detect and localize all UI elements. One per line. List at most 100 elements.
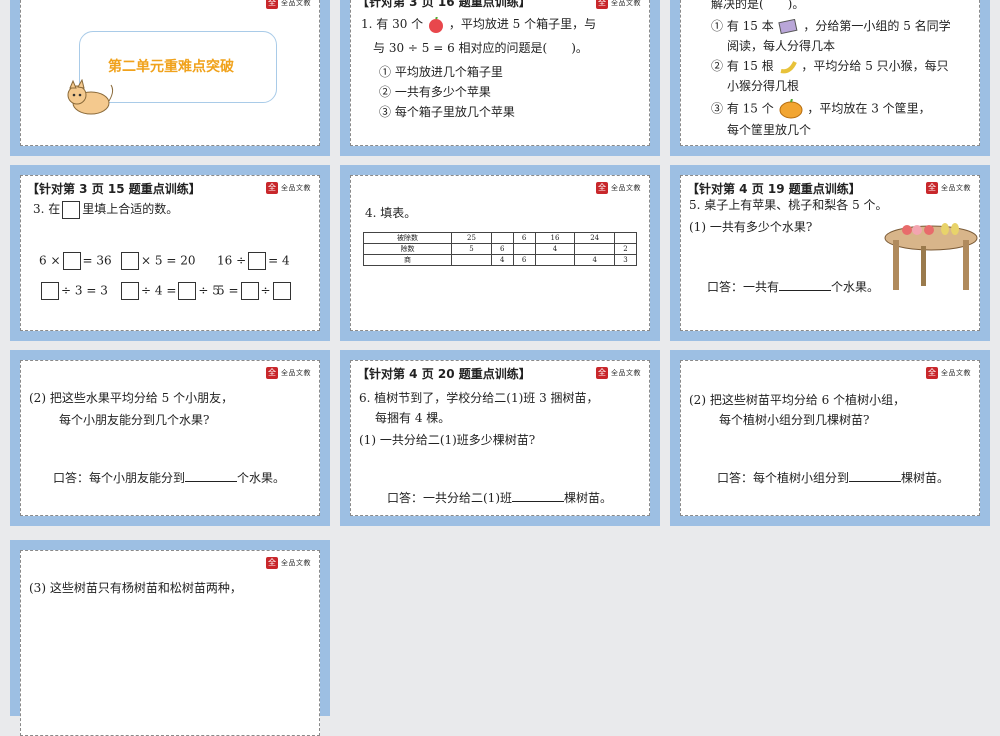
table-cell[interactable] — [490, 232, 514, 244]
option-3: ③ 有 15 个 ，平均放在 3 个筐里， — [711, 98, 931, 119]
brand-logo: 全全品文教 — [266, 557, 311, 569]
question-line: 每个小朋友能分到几个水果? — [59, 413, 210, 427]
answer-box[interactable] — [240, 282, 259, 300]
sub-question: (1) 一共有多少个水果? — [689, 220, 813, 234]
table-cell: 6 — [512, 232, 536, 244]
answer-box[interactable] — [41, 282, 59, 300]
table-cell: 商 — [362, 254, 453, 266]
option-1-cont: 阅读，每人分得几本 — [727, 39, 836, 53]
answer-box[interactable] — [121, 252, 139, 270]
slide-thumbnail-4[interactable]: 【针对第 3 页 15 题重点训练】 3. 在里填上合适的数。 6 × = 36 … — [10, 165, 330, 341]
table-cell: 4 — [534, 243, 576, 255]
slide-header: 【针对第 3 页 15 题重点训练】 — [27, 182, 201, 196]
brand-logo: 全全品文教 — [266, 0, 311, 9]
slide-thumbnail-1[interactable]: 第二单元重难点突破 全全品文教 — [10, 0, 330, 156]
slide-thumbnail-9[interactable]: (2) 把这些树苗平均分给 6 个植树小组， 每个植树小组分到几棵树苗? 口答：… — [670, 350, 990, 526]
apple-icon — [429, 16, 443, 33]
slide-content: 4. 填表。 被除数 25 6 16 24 除数 5 6 4 2 商4643 全全品文教 — [350, 175, 650, 331]
slide-content: (3) 这些树苗只有杨树苗和松树苗两种， 全全品文教 — [20, 550, 320, 736]
question-line: 4. 填表。 — [365, 206, 417, 220]
slide-header: 【针对第 3 页 16 题重点训练】 — [357, 0, 531, 9]
table-cell[interactable] — [574, 243, 616, 255]
question-line: (2) 把这些树苗平均分给 6 个植树小组， — [689, 393, 906, 407]
question-line: 6. 植树节到了，学校分给二(1)班 3 捆树苗， — [359, 391, 599, 405]
question-line: 每捆有 4 棵。 — [375, 411, 451, 425]
slide-content: 第二单元重难点突破 全全品文教 — [20, 0, 320, 146]
sub-question: (1) 一共分给二(1)班多少棵树苗? — [359, 433, 536, 447]
answer-box — [62, 200, 81, 219]
answer-blank[interactable] — [185, 471, 238, 482]
answer-line: 口答：每个小朋友能分到 个水果。 — [53, 471, 286, 485]
answer-blank[interactable] — [779, 280, 832, 291]
slide-content: (2) 把这些水果平均分给 5 个小朋友， 每个小朋友能分到几个水果? 口答：每… — [20, 360, 320, 516]
slide-content: 【针对第 4 页 20 题重点训练】 6. 植树节到了，学校分给二(1)班 3 … — [350, 360, 650, 516]
slide-header: 【针对第 4 页 20 题重点训练】 — [357, 367, 531, 381]
question-line: 3. 在里填上合适的数。 — [33, 200, 178, 219]
brand-logo: 全全品文教 — [266, 182, 311, 194]
slide-thumbnail-10[interactable]: (3) 这些树苗只有杨树苗和松树苗两种， 全全品文教 — [10, 540, 330, 736]
answer-box[interactable] — [248, 252, 267, 270]
brand-logo: 全全品文教 — [596, 182, 641, 194]
table-row: 除数 5 6 4 2 — [362, 243, 637, 255]
table-cell: 6 — [490, 243, 514, 255]
slide-thumbnail-2[interactable]: 【针对第 3 页 16 题重点训练】 1. 有 30 个 ，平均放进 5 个箱子… — [340, 0, 660, 156]
option-3-cont: 每个筐里放几个 — [727, 123, 812, 137]
table-fruit-illustration — [884, 223, 978, 290]
answer-line: 口答：每个植树小组分到 棵树苗。 — [717, 471, 950, 485]
question-line: 每个植树小组分到几棵树苗? — [719, 413, 870, 427]
slide-content: 【针对第 4 页 19 题重点训练】 5. 桌子上有苹果、桃子和梨各 5 个。 … — [680, 175, 980, 331]
slide-thumbnail-3[interactable]: 解决的是( )。 ① 有 15 本 ，分给第一小组的 5 名同学 阅读，每人分得… — [670, 0, 990, 156]
table-cell: 4 — [490, 254, 514, 266]
slide-header: 【针对第 4 页 19 题重点训练】 — [687, 182, 861, 196]
answer-blank[interactable] — [512, 491, 564, 502]
option-1: ① 有 15 本 ，分给第一小组的 5 名同学 — [711, 18, 951, 34]
brand-logo: 全全品文教 — [596, 0, 641, 9]
slide-content: 解决的是( )。 ① 有 15 本 ，分给第一小组的 5 名同学 阅读，每人分得… — [680, 0, 980, 146]
equation: 6 × = 36 — [39, 252, 112, 270]
option-3: ③ 每个箱子里放几个苹果 — [379, 105, 515, 119]
unit-title: 第二单元重难点突破 — [108, 59, 234, 75]
question-line: (3) 这些树苗只有杨树苗和松树苗两种， — [29, 581, 242, 595]
answer-line: 口答：一共分给二(1)班 棵树苗。 — [387, 491, 613, 505]
brand-logo: 全全品文教 — [596, 367, 641, 379]
question-line: 5. 桌子上有苹果、桃子和梨各 5 个。 — [689, 198, 888, 212]
slide-content: 【针对第 3 页 15 题重点训练】 3. 在里填上合适的数。 6 × = 36 … — [20, 175, 320, 331]
table-cell: 6 — [512, 254, 536, 266]
answer-blank[interactable] — [849, 471, 902, 482]
answer-line: 口答：一共有 个水果。 — [707, 280, 880, 294]
brand-logo: 全全品文教 — [926, 182, 971, 194]
answer-box[interactable] — [62, 252, 81, 270]
option-2: ② 一共有多少个苹果 — [379, 85, 491, 99]
equation: ÷ 4 = ÷ 5 — [119, 282, 220, 300]
table-cell: 5 — [451, 243, 492, 255]
slide-content: 【针对第 3 页 16 题重点训练】 1. 有 30 个 ，平均放进 5 个箱子… — [350, 0, 650, 146]
equation: ÷ 3 = 3 — [39, 282, 108, 300]
table-cell[interactable] — [614, 232, 637, 244]
slide-thumbnail-7[interactable]: (2) 把这些水果平均分给 5 个小朋友， 每个小朋友能分到几个水果? 口答：每… — [10, 350, 330, 526]
table-cell: 3 — [614, 254, 637, 266]
answer-box[interactable] — [272, 282, 291, 300]
answer-box[interactable] — [121, 282, 139, 300]
table-cell[interactable] — [451, 254, 492, 266]
equation: 16 ÷ = 4 — [217, 252, 290, 270]
question-line: 1. 有 30 个 ，平均放进 5 个箱子里，与 — [361, 16, 597, 33]
table-cell: 4 — [574, 254, 616, 266]
question-line: 与 30 ÷ 5 = 6 相对应的问题是( )。 — [373, 41, 588, 55]
answer-box[interactable] — [178, 282, 197, 300]
slide-thumbnail-5[interactable]: 4. 填表。 被除数 25 6 16 24 除数 5 6 4 2 商4643 全全品文教 — [340, 165, 660, 341]
table-cell: 2 — [614, 243, 637, 255]
table-cell: 被除数 — [362, 232, 453, 244]
fill-table: 被除数 25 6 16 24 除数 5 6 4 2 商4643 — [362, 232, 637, 266]
slide-thumbnail-6[interactable]: 【针对第 4 页 19 题重点训练】 5. 桌子上有苹果、桃子和梨各 5 个。 … — [670, 165, 990, 341]
table-cell: 24 — [574, 232, 616, 244]
slide-thumbnail-8[interactable]: 【针对第 4 页 20 题重点训练】 6. 植树节到了，学校分给二(1)班 3 … — [340, 350, 660, 526]
banana-icon — [780, 60, 797, 73]
table-cell[interactable] — [512, 243, 536, 255]
table-cell: 16 — [534, 232, 576, 244]
table-cell[interactable] — [534, 254, 576, 266]
brand-logo: 全全品文教 — [266, 367, 311, 379]
table-cell: 25 — [451, 232, 492, 244]
book-icon — [777, 18, 798, 34]
table-cell: 除数 — [362, 243, 453, 255]
equation: 5 = ÷ — [217, 282, 293, 300]
